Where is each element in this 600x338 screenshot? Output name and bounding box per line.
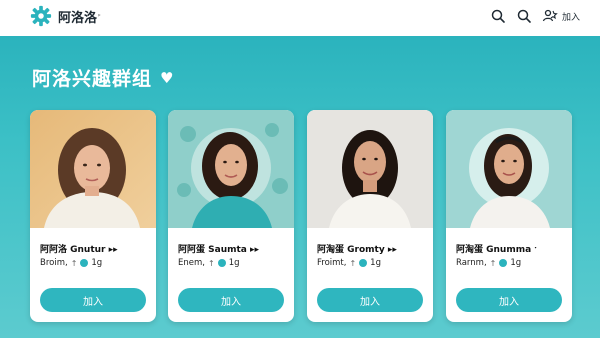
search-icon[interactable] bbox=[516, 8, 532, 24]
card-name: 阿淘蛋 Gromty ▸▸ bbox=[317, 245, 397, 255]
hero-section: 阿洛兴趣群组 ♥ 阿阿洛 Gnutur ▸▸ Broim, ↑ 1g 加入 阿阿… bbox=[0, 36, 600, 338]
gear-icon bbox=[30, 5, 52, 27]
card-meta: Rarnm, ↑ 1g bbox=[456, 258, 568, 268]
brand[interactable]: 阿洛洛 ᵖ bbox=[30, 5, 101, 27]
brand-sup: ᵖ bbox=[98, 12, 101, 20]
card-name: 阿阿洛 Gnutur ▸▸ bbox=[40, 245, 118, 255]
join-button[interactable]: 加入 bbox=[456, 288, 562, 312]
member-photo bbox=[30, 110, 156, 228]
shield-icon bbox=[217, 259, 226, 267]
pin-icon: ↑ bbox=[70, 258, 78, 268]
shield-icon bbox=[80, 259, 89, 267]
join-button[interactable]: 加入 bbox=[317, 288, 423, 312]
member-photo bbox=[168, 110, 294, 228]
pin-icon: ↑ bbox=[207, 258, 215, 268]
card-name: 阿阿蛋 Saumta ▸▸ bbox=[178, 245, 260, 255]
group-card[interactable]: 阿阿洛 Gnutur ▸▸ Broim, ↑ 1g 加入 bbox=[30, 110, 156, 322]
join-button[interactable]: 加入 bbox=[40, 288, 146, 312]
group-card[interactable]: 阿阿蛋 Saumta ▸▸ Enem, ↑ 1g 加入 bbox=[168, 110, 294, 322]
card-meta-b: 1g bbox=[91, 258, 103, 268]
join-top-button[interactable]: 加入 bbox=[542, 8, 580, 24]
card-name: 阿淘蛋 Gnumma ˑ bbox=[456, 245, 538, 255]
group-icon bbox=[542, 8, 558, 24]
pin-icon: ↑ bbox=[349, 258, 357, 268]
card-meta-b: 1g bbox=[370, 258, 381, 268]
card-meta-a: Rarnm, bbox=[456, 258, 487, 268]
card-meta-b: 1g bbox=[510, 258, 522, 268]
group-card[interactable]: 阿淘蛋 Gnumma ˑ Rarnm, ↑ 1g 加入 bbox=[446, 110, 572, 322]
search-icon[interactable] bbox=[490, 8, 506, 24]
card-meta-b: 1g bbox=[228, 258, 240, 268]
group-card[interactable]: 阿淘蛋 Gromty ▸▸ Froimt, ↑ 1g 加入 bbox=[307, 110, 433, 322]
card-meta: Enem, ↑ 1g bbox=[178, 258, 290, 268]
heart-icon: ♥ bbox=[160, 68, 175, 87]
shield-icon bbox=[499, 259, 508, 267]
card-meta: Broim, ↑ 1g bbox=[40, 258, 152, 268]
page-title: 阿洛兴趣群组 ♥ bbox=[32, 64, 174, 91]
card-meta-a: Froimt, bbox=[317, 258, 347, 268]
member-photo bbox=[307, 110, 433, 228]
card-meta-a: Enem, bbox=[178, 258, 205, 268]
brand-name: 阿洛洛 bbox=[58, 10, 98, 26]
page-title-text: 阿洛兴趣群组 bbox=[32, 68, 153, 90]
join-top-label: 加入 bbox=[561, 12, 580, 23]
card-meta-a: Broim, bbox=[40, 258, 68, 268]
top-bar: 阿洛洛 ᵖ 加入 bbox=[0, 0, 600, 36]
join-button[interactable]: 加入 bbox=[178, 288, 284, 312]
card-meta: Froimt, ↑ 1g bbox=[317, 258, 429, 268]
member-photo bbox=[446, 110, 572, 228]
pin-icon: ↑ bbox=[489, 258, 497, 268]
top-actions: 加入 bbox=[480, 8, 580, 24]
shield-icon bbox=[359, 259, 368, 267]
